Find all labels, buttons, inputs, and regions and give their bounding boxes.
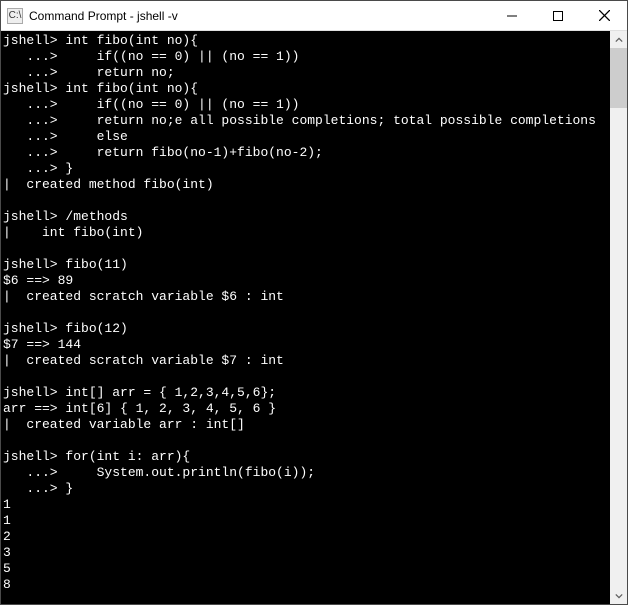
app-icon: C:\ [7, 8, 23, 24]
vertical-scrollbar[interactable] [610, 31, 627, 604]
command-prompt-window: C:\ Command Prompt - jshell -v jshell> i… [0, 0, 628, 605]
minimize-button[interactable] [489, 1, 535, 31]
scrollbar-up-button[interactable] [610, 31, 627, 48]
titlebar[interactable]: C:\ Command Prompt - jshell -v [1, 1, 627, 31]
maximize-icon [553, 11, 563, 21]
terminal-area: jshell> int fibo(int no){ ...> if((no ==… [1, 31, 627, 604]
terminal-output[interactable]: jshell> int fibo(int no){ ...> if((no ==… [1, 31, 610, 604]
chevron-up-icon [615, 36, 623, 44]
window-title: Command Prompt - jshell -v [29, 9, 489, 23]
chevron-down-icon [615, 592, 623, 600]
window-controls [489, 1, 627, 31]
scrollbar-track[interactable] [610, 48, 627, 587]
maximize-button[interactable] [535, 1, 581, 31]
close-button[interactable] [581, 1, 627, 31]
scrollbar-thumb[interactable] [610, 48, 627, 108]
close-icon [599, 10, 610, 21]
minimize-icon [507, 11, 517, 21]
scrollbar-down-button[interactable] [610, 587, 627, 604]
